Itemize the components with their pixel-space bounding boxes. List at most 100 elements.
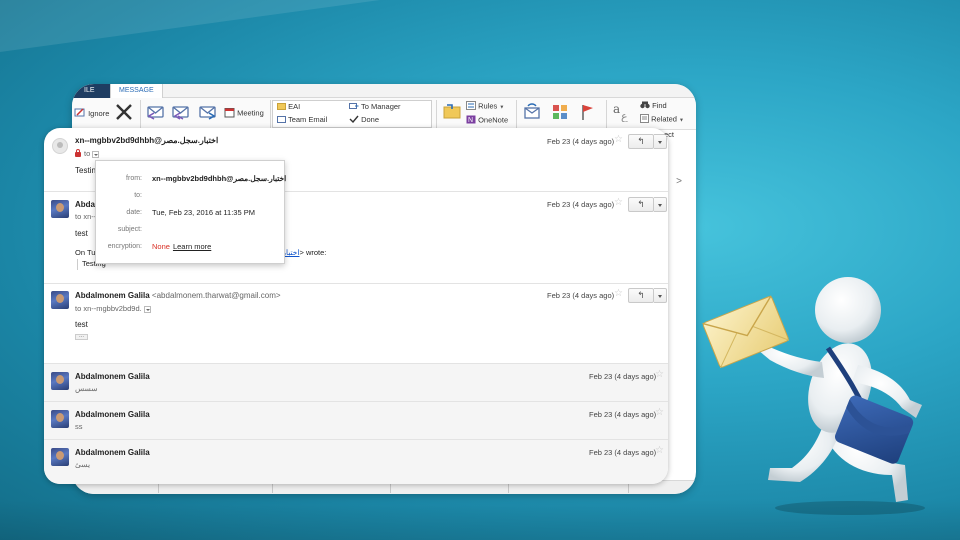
encryption-status: None — [152, 242, 170, 251]
reply-all-button[interactable] — [171, 102, 191, 124]
star-outline-icon[interactable]: ☆ — [655, 445, 664, 456]
delete-icon — [114, 102, 134, 124]
quickstep-to-manager[interactable]: To Manager — [349, 102, 401, 112]
reply-button[interactable] — [146, 102, 166, 124]
move-folder-icon — [442, 102, 462, 122]
quickstep-team-email[interactable]: Team Email — [277, 115, 327, 125]
message-date: Feb 23 (4 days ago) — [589, 448, 657, 457]
sender-name[interactable]: Abdalmonem Galila <abdalmonem.tharwat@gm… — [75, 291, 281, 300]
show-details-button[interactable] — [143, 305, 151, 313]
binoculars-icon — [640, 101, 650, 111]
gmail-conversation: xn--mgbbv2bd9dhbh@اختبار.سجل.مصر to Feb … — [44, 128, 668, 484]
message-date: Feb 23 (4 days ago) — [547, 137, 615, 146]
mark-unread-button[interactable] — [522, 102, 542, 124]
reply-button[interactable]: ↰ — [628, 288, 654, 303]
team-email-icon — [277, 115, 286, 125]
move-button[interactable] — [442, 102, 462, 122]
sender-name: Abdalmonem Galila — [75, 448, 150, 457]
more-options-button[interactable] — [654, 288, 667, 303]
categorize-button[interactable] — [550, 102, 570, 124]
quickstep-label: Done — [361, 115, 380, 124]
categorize-icon — [550, 102, 570, 124]
svg-text:a: a — [613, 102, 620, 116]
recipient-label: to xn--mgbbv2bd9d. — [75, 304, 142, 313]
more-options-button[interactable] — [654, 134, 667, 149]
recipient-line[interactable]: to xn--mgbbv2bd9d. — [75, 304, 151, 313]
message-collapsed[interactable]: Abdalmonem Galila ss Feb 23 (4 days ago)… — [44, 402, 668, 440]
sender-label: Abdalmonem Galila — [75, 291, 150, 300]
status-divider — [390, 483, 391, 493]
message-collapsed[interactable]: Abdalmonem Galila يسئ Feb 23 (4 days ago… — [44, 440, 668, 484]
rules-icon — [466, 101, 476, 112]
follow-up-button[interactable] — [578, 102, 598, 124]
quickstep-label: Team Email — [287, 115, 328, 124]
ribbon-separator — [140, 100, 141, 128]
delete-button[interactable] — [114, 102, 134, 124]
quickstep-label: To Manager — [360, 102, 401, 111]
quickstep-done[interactable]: Done — [349, 115, 379, 125]
quote-bar — [77, 259, 78, 270]
sender-name[interactable]: xn--mgbbv2bd9dhbh@اختبار.سجل.مصر — [75, 136, 218, 145]
avatar — [51, 291, 69, 309]
ignore-button[interactable]: Ignore — [74, 107, 109, 121]
status-divider — [508, 483, 509, 493]
reply-all-envelope-icon — [171, 102, 191, 124]
meeting-button[interactable]: Meeting — [224, 107, 264, 120]
forward-button[interactable] — [198, 102, 218, 124]
svg-text:ع: ع — [621, 110, 628, 122]
quickstep-eai[interactable]: EAI — [277, 102, 300, 112]
popup-encryption-label: encryption: — [107, 243, 142, 250]
star-outline-icon[interactable]: ☆ — [655, 407, 664, 418]
reply-arrow-icon: ↰ — [637, 290, 645, 300]
avatar — [51, 410, 69, 428]
star-outline-icon[interactable]: ☆ — [614, 288, 623, 299]
rules-label: Rules — [478, 101, 498, 111]
tab-message[interactable]: MESSAGE — [110, 84, 163, 98]
forward-icon — [349, 102, 359, 112]
calendar-icon — [224, 107, 235, 120]
message-snippet: ss — [75, 422, 83, 431]
popup-date-value: Tue, Feb 23, 2016 at 11:35 PM — [152, 208, 255, 217]
message-date: Feb 23 (4 days ago) — [547, 200, 615, 209]
ribbon-separator — [270, 100, 271, 128]
star-outline-icon[interactable]: ☆ — [614, 134, 623, 145]
onenote-icon: N — [466, 115, 476, 126]
forward-envelope-icon — [198, 102, 218, 124]
reply-button[interactable]: ↰ — [628, 197, 654, 212]
flag-icon — [578, 102, 598, 124]
star-outline-icon[interactable]: ☆ — [655, 369, 664, 380]
ignore-icon — [74, 107, 86, 121]
meeting-label: Meeting — [237, 108, 264, 118]
message-expanded[interactable]: Abdalmonem Galila <abdalmonem.tharwat@gm… — [44, 284, 668, 364]
sender-name[interactable]: Abdal — [75, 200, 97, 209]
translate-button[interactable]: aع — [612, 102, 634, 124]
rules-button[interactable]: Rules ▼ — [466, 101, 504, 112]
avatar — [51, 448, 69, 466]
folder-icon — [277, 102, 286, 112]
star-outline-icon[interactable]: ☆ — [614, 197, 623, 208]
quote-suffix: > wrote: — [299, 248, 327, 257]
learn-more-link[interactable]: Learn more — [173, 242, 211, 251]
tab-file[interactable]: ILE — [72, 84, 110, 98]
reply-button[interactable]: ↰ — [628, 134, 654, 149]
quote-prefix: On Tu — [75, 248, 96, 257]
show-trimmed-content-button[interactable]: ... — [75, 333, 88, 340]
reply-arrow-icon: ↰ — [637, 136, 645, 146]
recipient-line[interactable]: to — [75, 148, 100, 158]
message-collapsed[interactable]: Abdalmonem Galila سسس Feb 23 (4 days ago… — [44, 364, 668, 402]
svg-text:N: N — [468, 117, 473, 124]
related-icon — [640, 114, 649, 125]
related-button[interactable]: Related ▼ — [640, 114, 684, 125]
mail-carrier-illustration — [700, 270, 960, 520]
dropdown-caret-icon: ▼ — [679, 117, 684, 124]
more-options-button[interactable] — [654, 197, 667, 212]
popup-to-label: to: — [134, 192, 142, 199]
recipient-line[interactable]: to xn-- — [75, 212, 96, 221]
onenote-button[interactable]: N OneNote — [466, 115, 508, 126]
chevron-right-icon[interactable]: > — [676, 176, 682, 187]
popup-date-label: date: — [126, 209, 142, 216]
onenote-label: OneNote — [478, 115, 509, 125]
show-details-button[interactable] — [92, 150, 100, 158]
find-button[interactable]: Find — [640, 101, 667, 111]
dropdown-caret-icon: ▼ — [499, 104, 505, 111]
